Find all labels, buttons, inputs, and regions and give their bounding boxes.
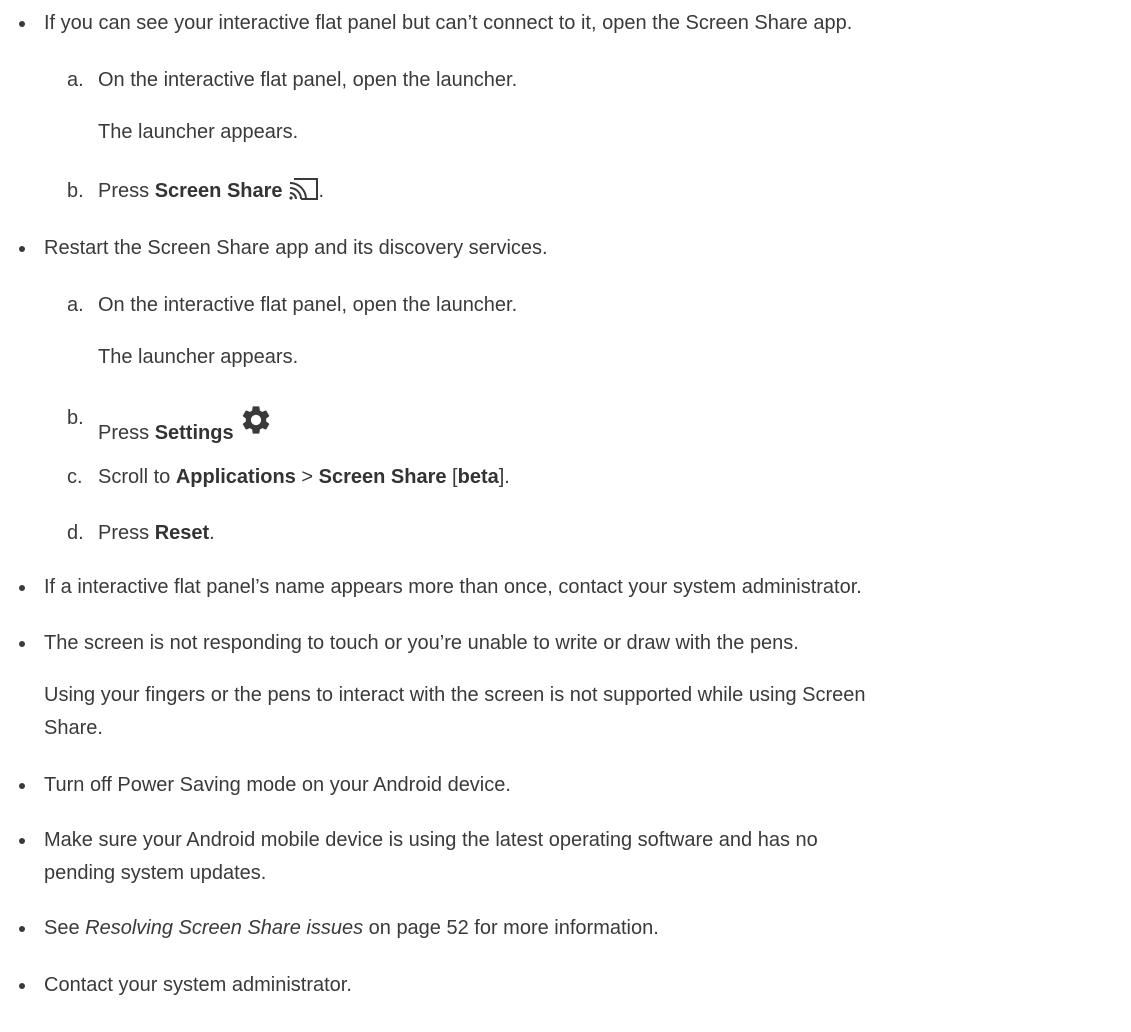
bullet-text-continued: pending system updates. <box>44 862 267 884</box>
bullet-note: Share. <box>44 717 103 739</box>
bullet-note: Using your fingers or the pens to intera… <box>44 684 866 706</box>
step-note: The launcher appears. <box>98 121 299 143</box>
step-prefix: Press <box>98 422 155 444</box>
step-letter: b. <box>67 180 84 202</box>
step-letter: a. <box>67 69 84 91</box>
ui-term-screen-share: Screen Share <box>154 180 283 202</box>
bullet-text: Restart the Screen Share app and its dis… <box>44 237 548 259</box>
step-prefix: Scroll to <box>98 466 176 488</box>
document-page: If you can see your interactive flat pan… <box>0 0 1131 1032</box>
step-prefix: Press <box>98 522 155 544</box>
ui-term-screen-share: Screen Share <box>318 466 447 488</box>
bullet-text: See Resolving Screen Share issues on pag… <box>44 913 659 943</box>
step-letter: b. <box>67 407 84 429</box>
step-bracket: [ <box>446 466 458 488</box>
bullet-text: Contact your system administrator. <box>44 974 352 996</box>
bullet-text: If you can see your interactive flat pan… <box>44 12 853 34</box>
step-suffix: . <box>209 522 215 544</box>
ui-term-reset: Reset <box>154 522 210 544</box>
text-prefix: See <box>44 917 86 939</box>
bullet-text: Make sure your Android mobile device is … <box>44 829 818 851</box>
step-separator: > <box>295 466 319 488</box>
step-note: The launcher appears. <box>98 346 299 368</box>
bullet-text: The screen is not responding to touch or… <box>44 632 799 654</box>
step-prefix: Press <box>98 180 155 202</box>
bullet-text: Turn off Power Saving mode on your Andro… <box>44 774 511 796</box>
ui-term-settings: Settings <box>154 422 234 444</box>
step-suffix: . <box>318 180 325 202</box>
ui-term-applications: Applications <box>175 466 296 488</box>
bullet-text: If a interactive flat panel’s name appea… <box>44 576 862 598</box>
text-suffix: on page 52 for more information. <box>363 917 659 939</box>
step-text: Scroll to Applications > Screen Share [b… <box>98 462 510 492</box>
gear-icon <box>239 403 273 446</box>
cast-icon <box>288 177 319 210</box>
step-text: On the interactive flat panel, open the … <box>98 69 518 91</box>
step-text: Press Settings <box>98 403 273 448</box>
step-suffix: ]. <box>498 466 510 488</box>
step-letter: c. <box>67 466 83 488</box>
step-text: On the interactive flat panel, open the … <box>98 294 518 316</box>
ui-term-beta: beta <box>457 466 499 488</box>
cross-reference-link[interactable]: Resolving Screen Share issues <box>85 917 363 939</box>
step-text: Press Screen Share . <box>98 176 324 210</box>
step-letter: d. <box>67 522 84 544</box>
step-text: Press Reset. <box>98 518 215 548</box>
step-letter: a. <box>67 294 84 316</box>
